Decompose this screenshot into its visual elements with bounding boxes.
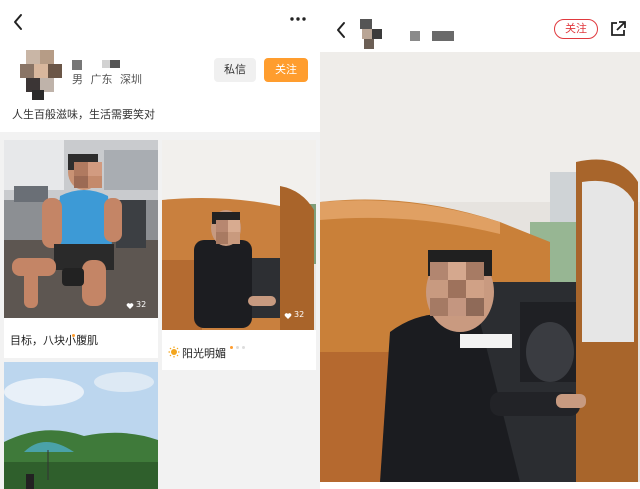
profile-bio: 人生百般滋味，生活需要笑对 bbox=[12, 108, 155, 121]
message-button[interactable]: 私信 bbox=[214, 58, 256, 82]
feed-card[interactable]: 32 阳光明媚 bbox=[162, 140, 316, 370]
follow-button[interactable]: 关注 bbox=[264, 58, 308, 82]
follow-button[interactable]: 关注 bbox=[554, 19, 598, 39]
more-icon[interactable] bbox=[288, 12, 308, 26]
carousel-dots bbox=[72, 322, 90, 337]
location-city: 深圳 bbox=[120, 73, 142, 86]
location-province: 广东 bbox=[90, 73, 113, 86]
avatar[interactable] bbox=[20, 50, 64, 100]
heart-icon[interactable] bbox=[126, 302, 134, 310]
back-icon[interactable] bbox=[334, 20, 348, 40]
like-count: 32 bbox=[294, 310, 305, 319]
share-icon[interactable] bbox=[608, 19, 628, 39]
post-detail-panel: 关注 bbox=[320, 0, 640, 489]
feed-card-caption: 阳光明媚 bbox=[182, 347, 226, 360]
feed-card[interactable] bbox=[4, 362, 158, 489]
carousel-dots bbox=[230, 334, 248, 349]
sun-emoji-icon bbox=[168, 346, 180, 358]
feed-card[interactable]: 32 目标，八块小腹肌 bbox=[4, 140, 158, 358]
username-censored bbox=[72, 60, 124, 70]
feed-card-caption: 目标，八块小腹肌 bbox=[10, 334, 98, 347]
screenshot-composite: 男 广东 深圳 人生百般滋味，生活需要笑对 私信 关注 32 目标，八块小腹肌 … bbox=[0, 0, 640, 489]
gender-location: 男 广东 深圳 bbox=[72, 71, 146, 87]
author-censored[interactable] bbox=[358, 19, 454, 49]
back-icon[interactable] bbox=[10, 12, 26, 32]
feed-card-photo[interactable] bbox=[4, 140, 158, 318]
profile-panel: 男 广东 深圳 人生百般滋味，生活需要笑对 私信 关注 32 目标，八块小腹肌 … bbox=[0, 0, 320, 489]
feed-card-photo[interactable] bbox=[4, 362, 158, 489]
like-count: 32 bbox=[136, 300, 147, 309]
feed-card-photo[interactable] bbox=[162, 140, 316, 330]
gender-text: 男 bbox=[72, 73, 83, 86]
heart-icon[interactable] bbox=[284, 312, 292, 320]
post-photo[interactable] bbox=[320, 52, 640, 482]
